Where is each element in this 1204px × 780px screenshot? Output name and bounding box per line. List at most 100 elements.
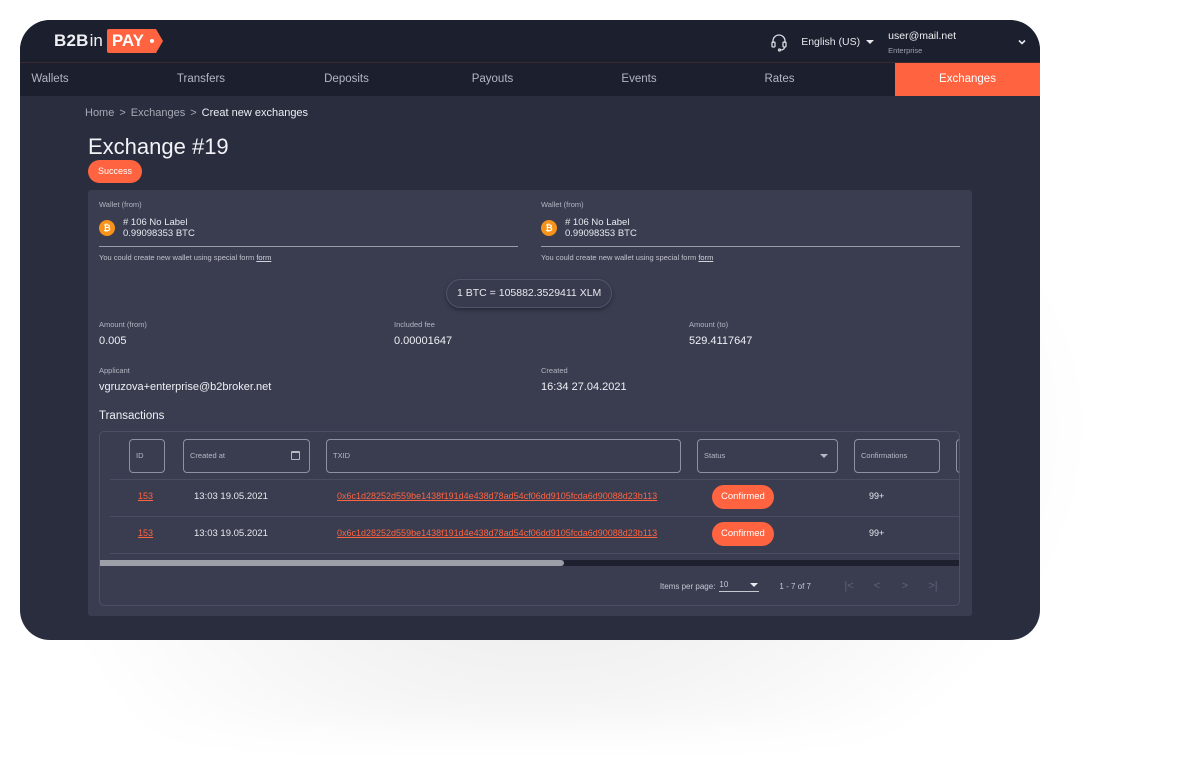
wallet-underline [99, 246, 518, 247]
tx-id-link[interactable]: 153 [138, 491, 153, 501]
previous-page-button[interactable]: < [863, 580, 891, 592]
language-select[interactable]: English (US) [801, 36, 875, 48]
applicant-value: vgruzova+enterprise@b2broker.net [99, 381, 272, 393]
user-menu[interactable]: user@mail.net Enterprise [888, 30, 956, 55]
breadcrumb: Home > Exchanges > Creat new exchanges [85, 107, 308, 119]
nav-events[interactable]: Events [614, 63, 664, 96]
tx-hash-link[interactable]: 0x6c1d28252d559be1438f191d4e438d78ad54cf… [337, 491, 657, 501]
created-value: 16:34 27.04.2021 [541, 381, 627, 393]
logo-pay: PAY [106, 29, 164, 53]
included-fee-value: 0.00001647 [394, 335, 453, 347]
breadcrumb-separator: > [119, 107, 126, 119]
nav-deposits[interactable]: Deposits [322, 63, 371, 96]
amount-from-label: Amount (from) [99, 320, 147, 329]
items-per-page-select[interactable]: 10 [719, 580, 760, 592]
first-page-button[interactable]: |< [835, 580, 863, 592]
wallet-label: Wallet (from) [541, 200, 584, 209]
wallet-from: Wallet (from) ₿ # 106 No Label 0.9909835… [99, 200, 518, 262]
items-per-page-value: 10 [719, 580, 729, 589]
tx-hash-link[interactable]: 0x6c1d28252d559be1438f191d4e438d78ad54cf… [337, 528, 657, 538]
created-at-filter-input[interactable]: Created at [183, 439, 310, 473]
confirmations-filter-input[interactable]: Confirmations [854, 439, 940, 473]
logo-in: in [89, 31, 103, 50]
nav-rates[interactable]: Rates [664, 63, 895, 96]
id-filter-input[interactable]: ID [129, 439, 165, 473]
paginator: Items per page: 10 1 - 7 of 7 |< < > >| [660, 580, 947, 592]
last-page-button[interactable]: >| [919, 580, 947, 592]
next-page-button[interactable]: > [891, 580, 919, 592]
breadcrumb-separator: > [190, 107, 197, 119]
wallet-label: Wallet (from) [99, 200, 142, 209]
tx-id-link[interactable]: 153 [138, 528, 153, 538]
transactions-table: ID Created at TXID Status Confirmations … [99, 431, 960, 606]
tx-confirmations: 99+ [869, 528, 885, 538]
user-role: Enterprise [888, 45, 923, 55]
included-fee-label: Included fee [394, 320, 435, 329]
txid-filter-input[interactable]: TXID [326, 439, 681, 473]
app-window: B2B in PAY English (US) user@mail.net En… [20, 20, 1040, 640]
nav-wallets[interactable]: Wallets [20, 63, 80, 96]
amount-from: Amount (from) 0.005 [99, 320, 147, 347]
wallet-hint: You could create new wallet using specia… [541, 253, 960, 262]
tx-created-at: 13:03 19.05.2021 [194, 528, 268, 539]
included-fee: Included fee 0.00001647 [394, 320, 452, 347]
nav-payouts[interactable]: Payouts [371, 63, 614, 96]
scrollbar-thumb[interactable] [100, 560, 564, 566]
headset-support-icon[interactable] [769, 32, 789, 52]
caret-down-icon [820, 454, 828, 458]
page-title: Exchange #19 [88, 134, 229, 159]
language-label: English (US) [801, 36, 861, 48]
exchange-card: Wallet (from) ₿ # 106 No Label 0.9909835… [88, 190, 972, 616]
bitcoin-icon: ₿ [99, 220, 115, 236]
wallet-form-link[interactable]: form [698, 253, 713, 262]
applicant-label: Applicant [99, 366, 130, 375]
applicant: Applicant vgruzova+enterprise@b2broker.n… [99, 366, 271, 393]
page-range: 1 - 7 of 7 [779, 581, 811, 591]
logo-dot [149, 39, 154, 43]
created-at-placeholder: Created at [190, 451, 226, 460]
wallet-balance: 0.99098353 BTC [123, 228, 195, 239]
tx-status-badge: Confirmed [712, 485, 774, 509]
bitcoin-icon: ₿ [541, 220, 557, 236]
header-right: English (US) user@mail.net Enterprise [769, 26, 1028, 58]
created: Created 16:34 27.04.2021 [541, 366, 627, 393]
status-badge: Success [88, 160, 143, 183]
amount-to-value: 529.4117647 [689, 335, 753, 347]
wallet-balance: 0.99098353 BTC [565, 228, 637, 239]
table-row: 153 13:03 19.05.2021 0x6c1d28252d559be14… [100, 479, 959, 516]
status-placeholder: Status [704, 451, 726, 460]
wallet-name: # 106 No Label [565, 217, 630, 228]
items-per-page-label: Items per page: [659, 581, 716, 591]
nav-exchanges[interactable]: Exchanges [895, 63, 1040, 96]
main-nav: Wallets Transfers Deposits Payouts Event… [20, 63, 1040, 96]
wallet-hint-text: You could create new wallet using specia… [99, 253, 255, 262]
wallet-hint-text: You could create new wallet using specia… [541, 253, 697, 262]
breadcrumb-current: Creat new exchanges [201, 107, 309, 119]
extra-filter-input[interactable] [956, 439, 959, 473]
nav-transfers[interactable]: Transfers [80, 63, 322, 96]
amount-to: Amount (to) 529.4117647 [689, 320, 752, 347]
wallet-to: Wallet (from) ₿ # 106 No Label 0.9909835… [541, 200, 960, 262]
amount-from-value: 0.005 [99, 335, 127, 347]
logo[interactable]: B2B in PAY [54, 29, 164, 53]
wallet-underline [541, 246, 960, 247]
wallet-name: # 106 No Label [123, 217, 188, 228]
breadcrumb-exchanges[interactable]: Exchanges [131, 107, 185, 119]
wallet-select[interactable]: ₿ # 106 No Label 0.99098353 BTC [99, 215, 518, 241]
user-email: user@mail.net [888, 29, 956, 42]
breadcrumb-home[interactable]: Home [85, 107, 114, 119]
logo-pay-text: PAY [111, 31, 144, 50]
top-bar: B2B in PAY English (US) user@mail.net En… [20, 20, 1040, 63]
tx-created-at: 13:03 19.05.2021 [194, 491, 268, 502]
caret-down-icon [866, 40, 875, 44]
calendar-icon[interactable] [291, 451, 300, 460]
row-divider [110, 553, 959, 554]
status-filter-select[interactable]: Status [697, 439, 838, 473]
exchange-rate: 1 BTC = 105882.3529411 XLM [446, 279, 613, 308]
horizontal-scrollbar[interactable] [100, 560, 959, 566]
wallet-select[interactable]: ₿ # 106 No Label 0.99098353 BTC [541, 215, 960, 241]
caret-down-icon [750, 583, 759, 587]
wallet-form-link[interactable]: form [256, 253, 271, 262]
tx-status-badge: Confirmed [712, 522, 774, 546]
chevron-down-icon[interactable] [1016, 36, 1028, 48]
